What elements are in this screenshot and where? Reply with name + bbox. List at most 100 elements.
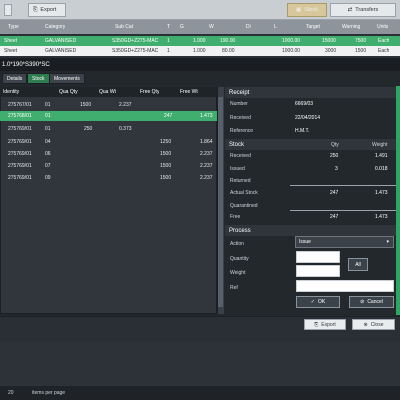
table-row-selected[interactable]: 275768/01 01 247 1.473 xyxy=(0,111,217,121)
grid-header-cell[interactable]: Sub Cat xyxy=(115,20,133,34)
dialog-close-button[interactable]: ⊗ Close xyxy=(352,319,395,330)
tab-movements[interactable]: Movements xyxy=(49,73,85,84)
grid-cell: Each xyxy=(378,38,390,44)
dialog-export-button[interactable]: ⎘ Export xyxy=(304,319,346,330)
export-icon: ⎘ xyxy=(314,321,319,328)
table-cell: 275769/01 xyxy=(8,175,32,181)
grid-header-cell[interactable]: Units xyxy=(377,20,388,34)
table-row[interactable]: 275769/01 06 1500 2.237 xyxy=(0,149,217,159)
table-cell: 1500 xyxy=(160,175,172,181)
table-header-cell[interactable]: Qua Qty xyxy=(59,87,78,97)
quarantined-label: Quarantined xyxy=(230,203,258,209)
table-row[interactable]: 275769/01 01 250 0.373 xyxy=(0,124,217,134)
grid-header-cell[interactable]: Warning xyxy=(342,20,360,34)
page-size-select[interactable]: 20 xyxy=(8,390,22,396)
grid-cell: GALVANISED xyxy=(45,48,77,54)
table-header: Identity Qua Qty Qua Wt Free Qty Free Wt xyxy=(0,87,217,97)
table-header-cell[interactable]: Free Qty xyxy=(140,87,159,97)
cancel-button[interactable]: ⊘ Cancel xyxy=(349,296,394,308)
grid-header-cell[interactable]: Di xyxy=(246,20,251,34)
table-cell: 04 xyxy=(45,139,51,145)
stock-received-qty: 250 xyxy=(330,153,339,159)
stock-issued-weight: 0.018 xyxy=(375,166,388,172)
table-cell: 275769/01 xyxy=(8,151,32,157)
cancel-button-label: Cancel xyxy=(367,299,383,305)
grid-cell: GALVANISED xyxy=(45,38,77,44)
table-cell: 1.473 xyxy=(200,113,213,119)
tab-details[interactable]: Details xyxy=(2,73,28,84)
grid-cell: 190.00 xyxy=(220,38,236,44)
table-cell: 275768/01 xyxy=(8,113,32,119)
action-label: Action xyxy=(230,241,244,247)
stock-divider xyxy=(290,185,396,186)
grid-cell: S350GD+Z275-MAC xyxy=(112,48,159,54)
toolbar-small-button[interactable] xyxy=(4,4,12,16)
check-icon: ✓ xyxy=(310,299,315,305)
grid-cell: S350GD+Z275-MAC xyxy=(112,38,159,44)
ok-button[interactable]: ✓ OK xyxy=(296,296,340,308)
ref-input[interactable] xyxy=(296,280,394,292)
number-value: 6669/03 xyxy=(295,101,314,107)
weight-input[interactable] xyxy=(296,265,340,277)
table-cell: 06 xyxy=(45,151,51,157)
table-header-cell[interactable]: Qua Wt xyxy=(99,87,116,97)
chevron-down-icon: ▾ xyxy=(386,239,389,245)
stock-received-label: Received xyxy=(230,153,251,159)
grid-header-cell[interactable]: G xyxy=(180,20,184,34)
table-scrollbar-thumb[interactable] xyxy=(218,97,223,307)
table-row[interactable]: 275767/01 01 1500 2.237 xyxy=(0,100,217,110)
actual-stock-qty: 247 xyxy=(330,190,339,196)
grid-cell: 1000.00 xyxy=(282,48,301,54)
reference-value: H.M.T. xyxy=(295,128,310,134)
close-icon: ⊗ xyxy=(363,321,368,328)
stock-issued-label: Issued xyxy=(230,166,245,172)
table-cell: 2.237 xyxy=(200,163,213,169)
grid-row[interactable]: Sheet GALVANISED S350GD+Z275-MAC 1 1.000… xyxy=(0,46,400,56)
grid-header-cell[interactable]: T xyxy=(167,20,170,34)
grid-header-cell[interactable]: L xyxy=(274,20,277,34)
grid-header-cell[interactable]: Category xyxy=(45,20,65,34)
actual-stock-weight: 1.473 xyxy=(375,190,388,196)
ok-button-label: OK xyxy=(317,299,326,305)
table-cell: 275767/01 xyxy=(8,102,32,108)
table-row[interactable]: 275769/01 07 1500 2.237 xyxy=(0,161,217,171)
grid-row[interactable]: Sheet GALVANISED S350GD+Z275-MAC 1 1.000… xyxy=(0,36,400,46)
receipt-heading: Receipt xyxy=(225,87,396,98)
grid-header-cell[interactable]: Type xyxy=(8,20,19,34)
free-qty: 247 xyxy=(330,214,339,220)
grid-cell: 1000.00 xyxy=(282,38,301,44)
toolbar-export-button[interactable]: ⎘ Export xyxy=(28,3,66,17)
all-button-label: All xyxy=(355,261,361,268)
grid-cell: 1 xyxy=(167,48,170,54)
dialog-title: 1.0*190*S390*SC xyxy=(0,58,400,71)
grid-cell: 7500 xyxy=(355,38,367,44)
action-select[interactable]: Issue ▾ xyxy=(295,236,394,248)
quantity-input[interactable] xyxy=(296,251,340,263)
actual-stock-label: Actual Stock xyxy=(230,190,258,196)
toolbar-transfers-button[interactable]: ⇄ Transfers xyxy=(330,3,396,17)
table-header-cell[interactable]: Identity xyxy=(3,87,19,97)
table-row[interactable]: 275769/01 09 1500 2.237 xyxy=(0,173,217,183)
free-weight: 1.473 xyxy=(375,214,388,220)
grid-cell: Each xyxy=(378,48,390,54)
all-button[interactable]: All xyxy=(348,258,368,271)
grid-cell: 1.000 xyxy=(193,48,206,54)
grid-header-cell[interactable]: Target xyxy=(306,20,320,34)
weight-label: Weight xyxy=(230,270,246,276)
table-cell: 01 xyxy=(45,102,51,108)
quantity-label: Quantity xyxy=(230,256,249,262)
table-cell: 2.237 xyxy=(200,151,213,157)
table-header-cell[interactable]: Free Wt xyxy=(180,87,198,97)
stock-heading: Stock xyxy=(225,139,396,150)
ref-label: Ref xyxy=(230,285,238,291)
tab-stock[interactable]: Stock xyxy=(27,73,50,84)
dialog-close-label: Close xyxy=(370,321,384,328)
table-cell: 1.864 xyxy=(200,139,213,145)
toolbar-stock-button[interactable]: ▦ Stock xyxy=(287,3,327,17)
grid-header-cell[interactable]: W xyxy=(209,20,214,34)
panel-accent-bar xyxy=(396,86,400,315)
qty-column-header: Qty xyxy=(331,142,339,148)
table-row[interactable]: 275769/01 04 1250 1.864 xyxy=(0,137,217,147)
toolbar-export-label: Export xyxy=(40,7,57,13)
table-cell: 07 xyxy=(45,163,51,169)
